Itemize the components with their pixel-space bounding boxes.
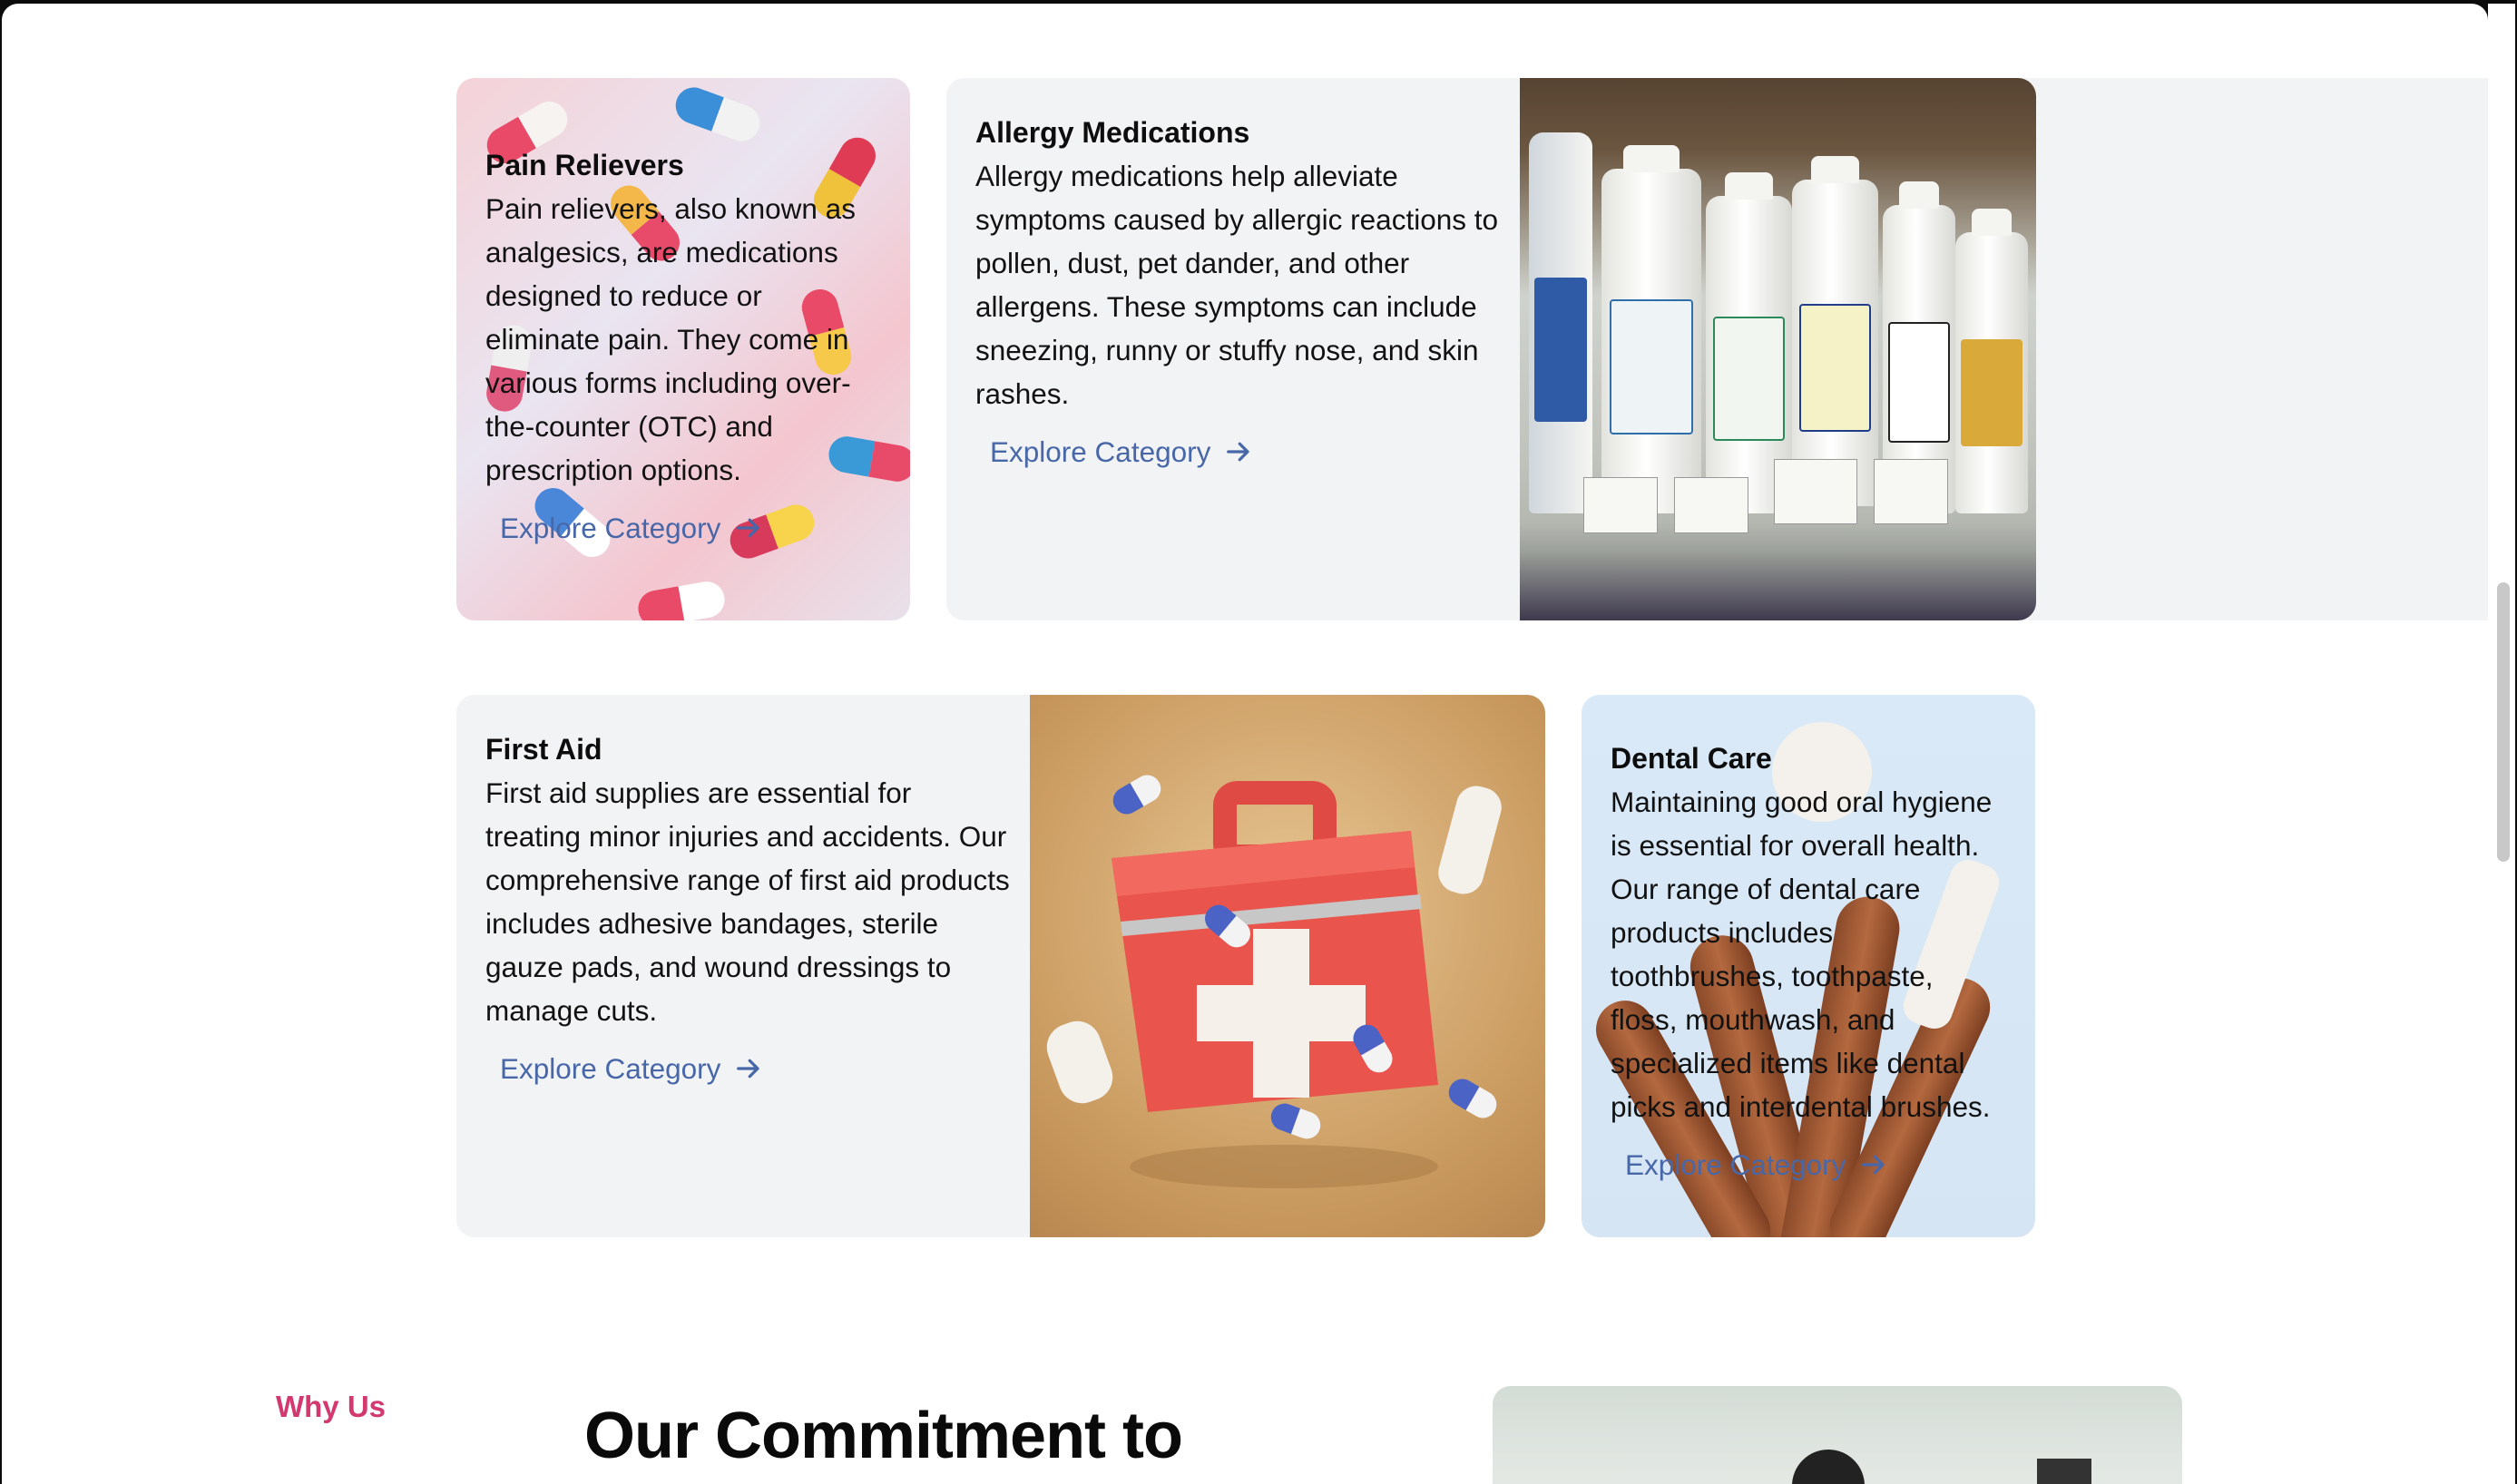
bottle-image xyxy=(1529,132,1592,513)
bottle-image xyxy=(1955,209,2028,513)
section-heading: Our Commitment to xyxy=(584,1400,1183,1472)
explore-category-link[interactable]: Explore Category xyxy=(990,430,1252,474)
card-title: First Aid xyxy=(485,733,602,766)
shelf-tag xyxy=(1874,459,1948,524)
shelf-tag xyxy=(1674,477,1748,533)
card-description: Pain relievers, also known as analgesics… xyxy=(485,192,856,486)
card-title: Allergy Medications xyxy=(975,116,1250,149)
explore-category-label: Explore Category xyxy=(500,512,721,544)
explore-category-label: Explore Category xyxy=(500,1052,721,1085)
why-us-eyebrow: Why Us xyxy=(276,1390,387,1423)
category-card-allergy-medications-panel[interactable]: Allergy Medications Allergy medications … xyxy=(946,78,2036,620)
card-body: Pain Relievers Pain relievers, also know… xyxy=(485,143,881,550)
category-card-first-aid[interactable]: First Aid First aid supplies are essenti… xyxy=(456,695,1545,1237)
card-description: Allergy medications help alleviate sympt… xyxy=(975,160,1498,410)
card-body: Allergy Medications Allergy medications … xyxy=(975,111,1502,474)
card-body: Dental Care Maintaining good oral hygien… xyxy=(1611,737,2006,1186)
arrow-right-icon xyxy=(737,1059,759,1079)
card-body: First Aid First aid supplies are essenti… xyxy=(485,727,1012,1090)
pill-image xyxy=(671,83,765,146)
first-aid-kit-image xyxy=(1030,695,1545,1237)
pill-image xyxy=(635,579,727,620)
category-card-pain-relievers[interactable]: Pain Relievers Pain relievers, also know… xyxy=(456,78,910,620)
arrow-right-icon xyxy=(737,518,759,538)
card-description: First aid supplies are essential for tre… xyxy=(485,776,1010,1027)
arrow-right-icon xyxy=(1862,1155,1885,1175)
card-title: Dental Care xyxy=(1611,742,1772,775)
explore-category-label: Explore Category xyxy=(990,435,1211,468)
shelf-tag xyxy=(1583,477,1658,533)
card-description: Maintaining good oral hygiene is essenti… xyxy=(1611,786,1993,1123)
arrow-right-icon xyxy=(1227,442,1249,462)
explore-category-label: Explore Category xyxy=(1625,1148,1846,1181)
explore-category-link[interactable]: Explore Category xyxy=(500,506,762,550)
bottle-image xyxy=(1601,145,1701,513)
card-title: Pain Relievers xyxy=(485,149,684,181)
medicine-shelf-image xyxy=(1520,78,2036,620)
explore-category-link[interactable]: Explore Category xyxy=(1625,1143,1887,1186)
category-card-dental-care[interactable]: Dental Care Maintaining good oral hygien… xyxy=(1582,695,2035,1237)
page: Pain Relievers Pain relievers, also know… xyxy=(2,4,2488,1484)
scrollbar-thumb[interactable] xyxy=(2497,582,2510,862)
commitment-image xyxy=(1493,1386,2182,1484)
bottle-image xyxy=(1792,156,1878,506)
first-aid-kit-icon xyxy=(1046,781,1502,1188)
explore-category-link[interactable]: Explore Category xyxy=(500,1047,762,1090)
shelf-tag xyxy=(1774,459,1857,524)
